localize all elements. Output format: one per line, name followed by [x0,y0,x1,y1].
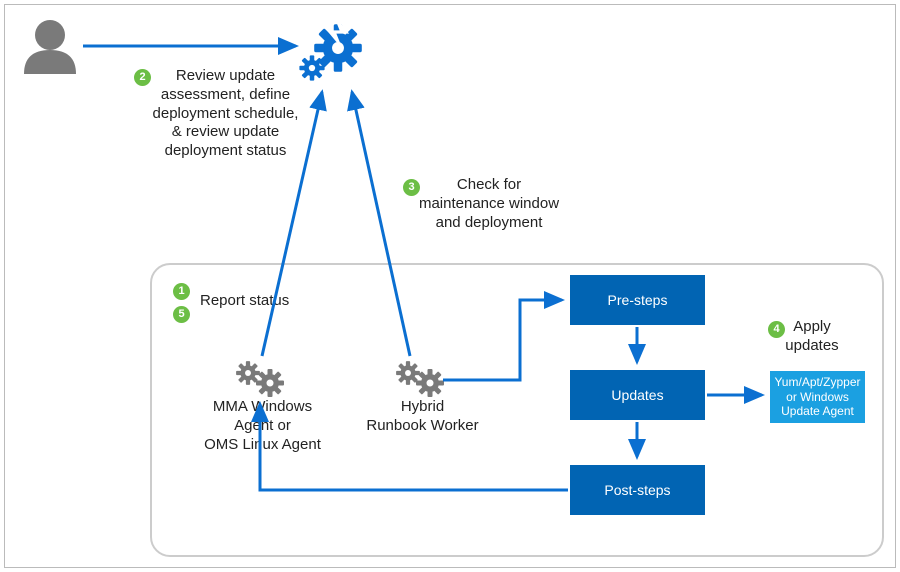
pre-steps-box: Pre-steps [570,275,705,325]
label-check: Check for maintenance window and deploym… [404,176,574,232]
updates-box: Updates [570,370,705,420]
badge-1: 1 [173,283,190,300]
label-apply: Apply updates [772,318,852,356]
label-mma: MMA Windows Agent or OMS Linux Agent [195,398,330,454]
post-steps-box: Post-steps [570,465,705,515]
update-agent-box: Yum/Apt/Zypper or Windows Update Agent [770,371,865,423]
label-report: Report status [200,292,320,311]
badge-5: 5 [173,306,190,323]
label-review: Review update assessment, define deploym… [143,67,308,161]
label-hybrid: Hybrid Runbook Worker [355,398,490,436]
